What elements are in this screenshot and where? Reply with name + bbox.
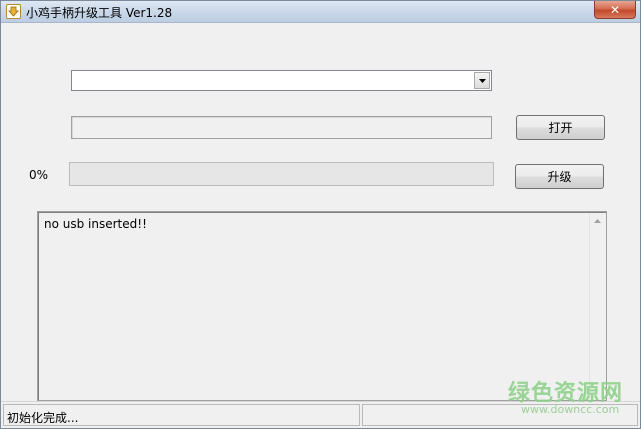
open-button[interactable]: 打开 (516, 115, 605, 140)
log-text: no usb inserted!! (44, 217, 147, 231)
status-message: 初始化完成... (7, 411, 79, 425)
title-bar[interactable]: 小鸡手柄升级工具 Ver1.28 ✕ (1, 1, 640, 23)
upgrade-button[interactable]: 升级 (515, 164, 604, 189)
firmware-path-field[interactable] (71, 116, 492, 139)
close-icon: ✕ (609, 2, 621, 17)
status-pane-main: 初始化完成... (3, 404, 360, 426)
progress-percent: 0% (29, 168, 49, 182)
log-output[interactable]: no usb inserted!! (37, 211, 607, 401)
log-scrollbar[interactable] (589, 213, 605, 400)
watermark-url: www.downcc.com (521, 403, 620, 416)
chevron-down-icon (479, 79, 486, 83)
main-window: 小鸡手柄升级工具 Ver1.28 ✕ 打开 0% 升级 no usb inser… (0, 0, 641, 429)
close-button[interactable]: ✕ (594, 1, 636, 19)
app-download-icon (6, 4, 21, 19)
device-select[interactable] (71, 70, 492, 91)
window-title: 小鸡手柄升级工具 Ver1.28 (26, 6, 173, 20)
scroll-up-icon[interactable] (594, 219, 601, 223)
upgrade-progress-bar (69, 162, 494, 186)
dropdown-arrow-button[interactable] (474, 72, 490, 89)
